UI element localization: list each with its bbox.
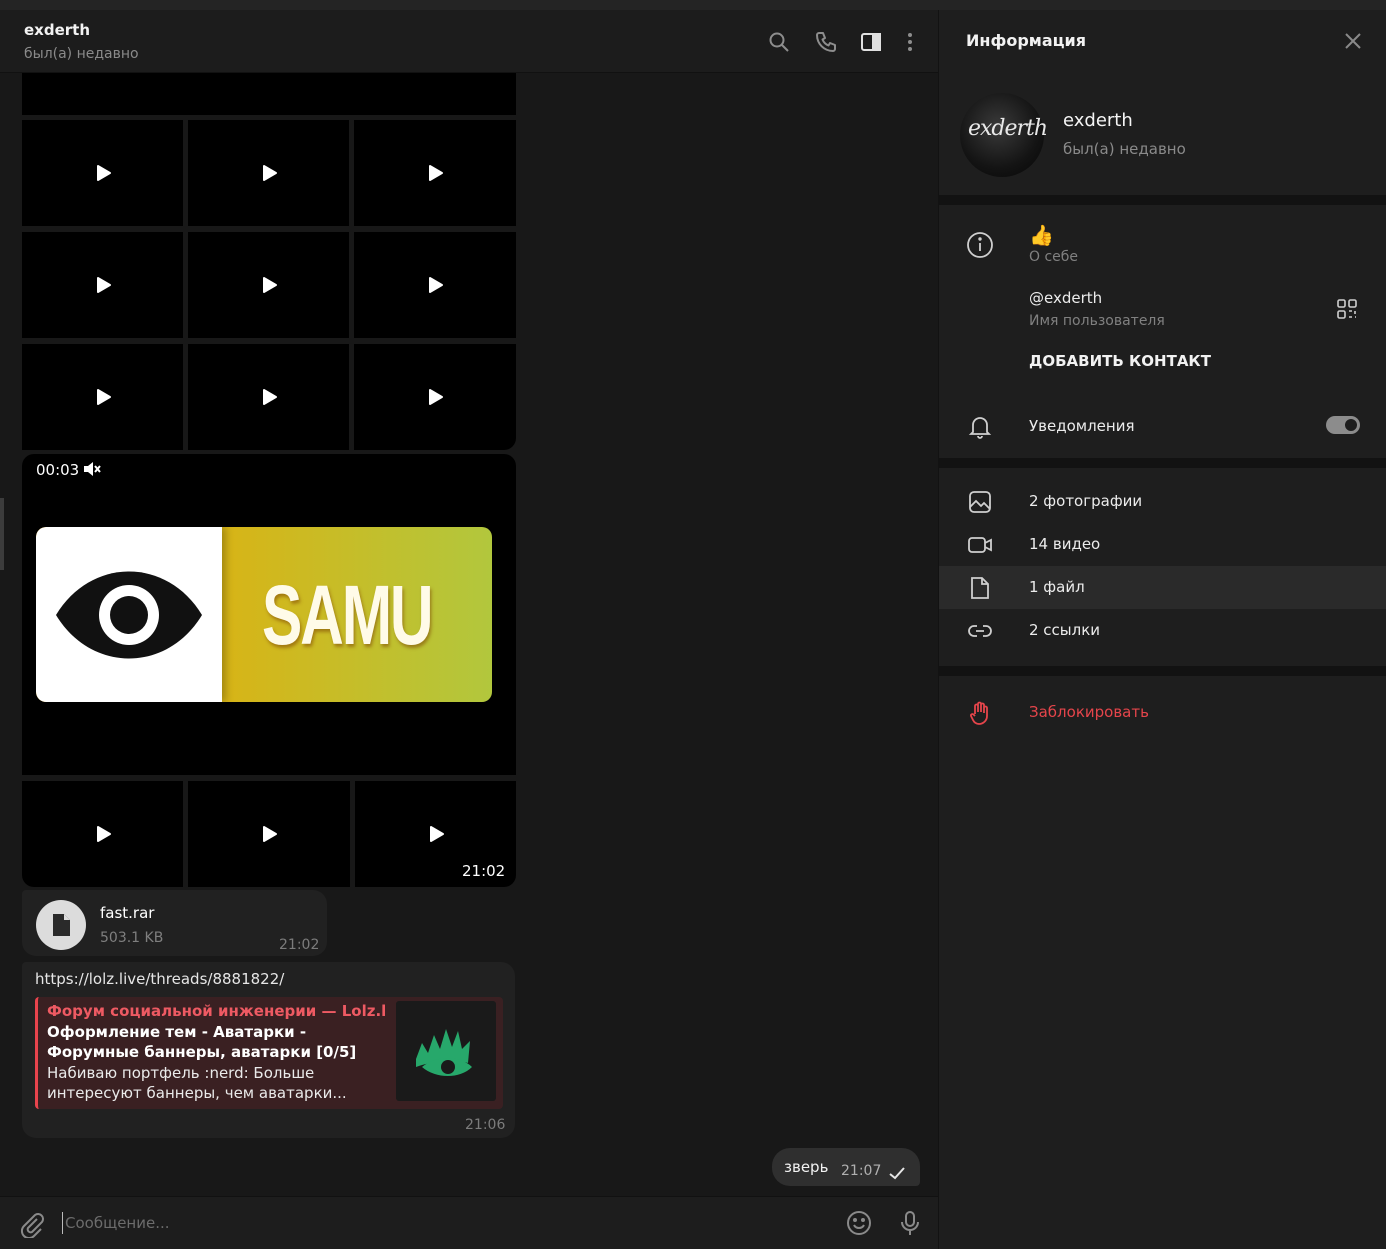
play-icon [262,165,277,181]
check-icon [888,1165,906,1180]
photo-icon [966,488,994,516]
media-files[interactable]: 1 файл [1029,578,1085,596]
video-thumbnail[interactable] [22,344,183,450]
outgoing-time: 21:07 [841,1163,882,1179]
play-icon [262,277,277,293]
file-name: fast.rar [100,904,155,922]
lolz-logo-icon [416,1029,472,1076]
notifications-label: Уведомления [1029,417,1135,435]
media-photos[interactable]: 2 фотографии [1029,492,1142,510]
video-thumbnail[interactable] [22,120,183,226]
search-icon[interactable] [767,30,791,54]
more-icon[interactable] [898,30,922,54]
banner-logo-panel [36,527,222,702]
bell-icon [966,412,994,440]
qr-code-icon[interactable] [1335,297,1359,321]
chat-status: был(а) недавно [24,46,139,62]
scrollbar[interactable] [0,498,4,570]
file-icon [966,574,994,602]
divider [939,195,1386,205]
window-top-strip [0,0,1386,10]
media-row-hover [939,566,1386,609]
message-link[interactable]: https://lolz.live/threads/8881822/ [35,970,284,988]
video-thumbnail[interactable] [22,232,183,338]
play-icon [263,826,277,842]
link-preview[interactable]: Форум социальной инженерии — Lolz.live .… [35,997,503,1109]
play-icon [96,826,111,842]
toggle-knob [1343,417,1359,433]
outgoing-text: зверь [784,1158,829,1176]
divider [939,458,1386,468]
link-icon [966,617,994,645]
video-thumbnail[interactable] [188,232,349,338]
attach-icon[interactable] [18,1210,46,1240]
play-icon [262,389,277,405]
video-thumbnail[interactable] [22,73,516,115]
preview-site-name: Форум социальной инженерии — Lolz.live .… [47,1002,387,1020]
bio-label: О себе [1029,249,1079,265]
play-icon [96,165,111,181]
block-hand-icon [966,699,994,727]
info-icon [966,231,994,259]
notifications-toggle[interactable] [1326,416,1360,434]
preview-title: Оформление тем - Аватарки - Форумные бан… [47,1023,357,1061]
chat-header[interactable]: exderth был(а) недавно [0,10,938,73]
banner-text: SAMU [262,568,434,662]
file-icon [53,914,70,936]
file-size: 503.1 KB [100,930,164,946]
message-input[interactable]: Сообщение... [62,1212,822,1234]
add-contact-button[interactable]: ДОБАВИТЬ КОНТАКТ [1029,352,1211,370]
video-thumbnail[interactable] [188,781,350,887]
file-download-button[interactable] [36,900,86,950]
message-time: 21:02 [279,937,320,953]
video-thumbnail[interactable] [188,344,349,450]
sidebar-toggle-icon[interactable] [859,30,883,54]
album-time: 21:02 [462,862,506,880]
video-thumbnail[interactable] [354,120,516,226]
media-links[interactable]: 2 ссылки [1029,621,1100,639]
emoji-icon[interactable] [845,1209,873,1237]
close-icon[interactable] [1342,30,1364,52]
phone-icon[interactable] [814,30,838,54]
play-icon [429,277,443,293]
play-icon [429,165,443,181]
video-icon [966,531,994,559]
video-thumbnail[interactable] [188,120,349,226]
play-icon [96,389,111,405]
video-thumbnail[interactable] [354,232,516,338]
message-time: 21:06 [465,1117,506,1133]
preview-thumbnail [396,1001,496,1101]
video-thumbnail[interactable] [354,344,516,450]
chat-title[interactable]: exderth [24,21,90,39]
mute-icon[interactable] [82,460,102,478]
video-thumbnail[interactable] [22,781,183,887]
mic-icon[interactable] [896,1209,924,1237]
preview-description: Набиваю портфель :nerd: Больше интересую… [47,1064,347,1102]
username-label: Имя пользователя [1029,313,1165,329]
video-duration: 00:03 [36,461,80,479]
profile-status: был(а) недавно [1063,140,1186,158]
username-value[interactable]: @exderth [1029,289,1102,307]
panel-title: Информация [966,31,1086,50]
play-icon [429,389,443,405]
block-user-button[interactable]: Заблокировать [1029,703,1149,721]
avatar-text: exderth [968,116,1048,141]
play-icon [429,826,444,842]
divider [939,666,1386,676]
video-banner: SAMU [36,527,492,702]
eye-logo-icon [56,571,202,659]
profile-name: exderth [1063,110,1133,131]
play-icon [96,277,111,293]
media-videos[interactable]: 14 видео [1029,535,1100,553]
bio-text: 👍 [1029,223,1054,247]
